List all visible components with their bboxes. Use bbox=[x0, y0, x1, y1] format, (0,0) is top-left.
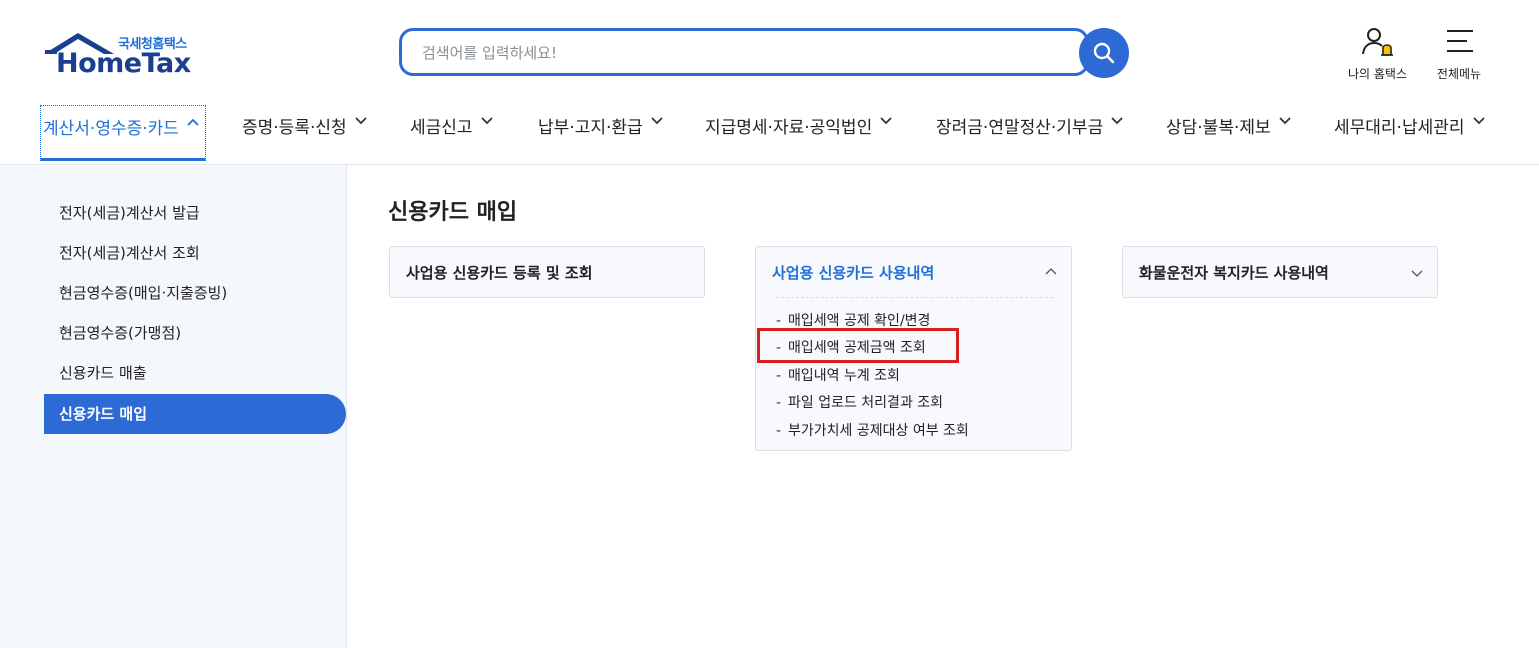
chevron-down-icon bbox=[880, 117, 892, 125]
my-hometax-label: 나의 홈택스 bbox=[1348, 67, 1408, 81]
sidebar-item-e-invoice-issue[interactable]: 전자(세금)계산서 발급 bbox=[44, 193, 346, 233]
chevron-down-icon bbox=[651, 117, 663, 125]
chevron-down-icon bbox=[1472, 117, 1485, 125]
submenu-item-label: 매입세액 공제 확인/변경 bbox=[788, 313, 931, 329]
sidebar-item-e-invoice-lookup[interactable]: 전자(세금)계산서 조회 bbox=[44, 233, 346, 273]
nav-item-incentives[interactable]: 장려금·연말정산·기부금 bbox=[936, 105, 1123, 161]
main-nav: 계산서·영수증·카드 증명·등록·신청 세금신고 납부·고지·환급 지급명세·자… bbox=[0, 105, 1539, 161]
search-input[interactable] bbox=[420, 41, 1064, 65]
chevron-down-icon bbox=[355, 117, 367, 125]
nav-item-label: 증명·등록·신청 bbox=[242, 118, 347, 138]
nav-item-label: 세무대리·납세관리 bbox=[1334, 118, 1465, 138]
nav-item-label: 계산서·영수증·카드 bbox=[43, 119, 179, 139]
submenu-item-cumulative[interactable]: - 매입내역 누계 조회 bbox=[776, 365, 900, 385]
chevron-down-icon bbox=[480, 117, 493, 125]
submenu-item-label: 매입내역 누계 조회 bbox=[788, 368, 900, 384]
submenu-item-label: 부가가치세 공제대상 여부 조회 bbox=[788, 423, 969, 439]
submenu-item-deduction-confirm[interactable]: - 매입세액 공제 확인/변경 bbox=[776, 310, 930, 330]
card-divider bbox=[776, 297, 1053, 298]
card-business-card-registration[interactable]: 사업용 신용카드 등록 및 조회 bbox=[389, 246, 705, 298]
nav-item-label: 납부·고지·환급 bbox=[538, 118, 643, 138]
my-hometax-button[interactable]: 나의 홈택스 bbox=[1348, 26, 1407, 82]
search-button[interactable] bbox=[1079, 28, 1129, 78]
hometax-logo[interactable]: 국세청홈택스 HomeTax bbox=[42, 28, 202, 82]
search-icon bbox=[1093, 42, 1115, 64]
search-box bbox=[399, 28, 1089, 76]
sidebar-item-cash-receipt-purchase[interactable]: 현금영수증(매입·지출증빙) bbox=[44, 273, 346, 313]
nav-item-label: 세금신고 bbox=[410, 118, 473, 138]
nav-item-certificate[interactable]: 증명·등록·신청 bbox=[242, 105, 367, 161]
nav-item-tax-return[interactable]: 세금신고 bbox=[410, 105, 493, 161]
chevron-down-icon bbox=[1411, 270, 1423, 277]
hamburger-menu-icon bbox=[1447, 30, 1473, 52]
chevron-down-icon bbox=[1279, 117, 1291, 125]
chevron-up-icon[interactable] bbox=[1045, 267, 1057, 275]
page-title: 신용카드 매입 bbox=[388, 200, 518, 225]
nav-item-label: 장려금·연말정산·기부금 bbox=[936, 118, 1104, 138]
nav-item-payment[interactable]: 납부·고지·환급 bbox=[538, 105, 663, 161]
submenu-item-label: 파일 업로드 처리결과 조회 bbox=[788, 395, 944, 411]
card-freight-welfare-card[interactable]: 화물운전자 복지카드 사용내역 bbox=[1122, 246, 1438, 298]
user-bell-icon bbox=[1361, 28, 1393, 56]
nav-item-consultation[interactable]: 상담·불복·제보 bbox=[1166, 105, 1291, 161]
sidebar-item-card-purchase[interactable]: 신용카드 매입 bbox=[44, 394, 346, 434]
submenu-item-upload-result[interactable]: - 파일 업로드 처리결과 조회 bbox=[776, 392, 943, 412]
nav-item-statements[interactable]: 지급명세·자료·공익법인 bbox=[705, 105, 892, 161]
all-menu-button[interactable]: 전체메뉴 bbox=[1433, 26, 1485, 82]
all-menu-label: 전체메뉴 bbox=[1436, 67, 1482, 81]
header: 국세청홈택스 HomeTax 나의 홈택스 전체메뉴 계산서·영수증·카드 bbox=[0, 0, 1539, 165]
submenu-item-vat-eligibility[interactable]: - 부가가치세 공제대상 여부 조회 bbox=[776, 420, 969, 440]
chevron-up-icon bbox=[187, 118, 199, 126]
chevron-down-icon bbox=[1111, 117, 1123, 125]
nav-item-label: 지급명세·자료·공익법인 bbox=[705, 118, 873, 138]
nav-item-label: 상담·불복·제보 bbox=[1166, 118, 1271, 138]
card-title[interactable]: 화물운전자 복지카드 사용내역 bbox=[1139, 262, 1329, 283]
card-title[interactable]: 사업용 신용카드 등록 및 조회 bbox=[406, 262, 593, 283]
nav-item-tax-agent[interactable]: 세무대리·납세관리 bbox=[1334, 105, 1485, 161]
card-title[interactable]: 사업용 신용카드 사용내역 bbox=[772, 262, 934, 283]
highlight-box bbox=[757, 328, 959, 363]
logo-title: HomeTax bbox=[56, 48, 191, 79]
sidebar-item-cash-receipt-merchant[interactable]: 현금영수증(가맹점) bbox=[44, 313, 346, 353]
nav-item-receipts-cards[interactable]: 계산서·영수증·카드 bbox=[40, 105, 206, 161]
sidebar-item-card-sales[interactable]: 신용카드 매출 bbox=[44, 353, 346, 393]
